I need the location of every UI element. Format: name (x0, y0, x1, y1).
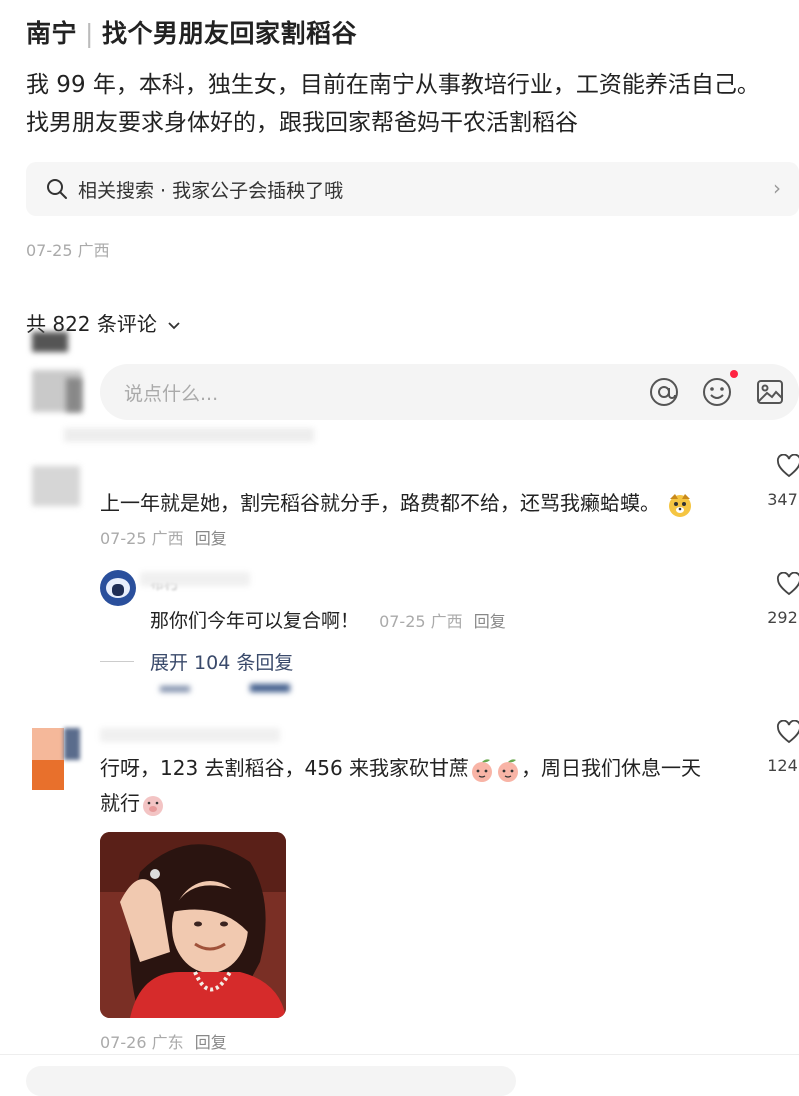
blurred-area (160, 686, 190, 692)
comment-date: 07-26 (100, 1033, 147, 1052)
post-date: 07-25 (26, 241, 73, 260)
bottom-input-bar[interactable] (26, 1066, 516, 1096)
like-count: 124 (767, 756, 798, 775)
comment-avatar-fragment (32, 760, 64, 790)
avatar-figure-shape (112, 584, 124, 596)
comment-text-line-2: 就行 (100, 787, 166, 818)
comment-text-part: 行呀，123 去割稻谷，456 来我家砍甘蔗 (100, 756, 470, 780)
like-count: 347 (767, 490, 798, 509)
post-title: 南宁 | 找个男朋友回家割稻谷 (26, 14, 357, 50)
post-meta: 07-25 广西 (26, 237, 110, 261)
reply-avatar[interactable] (100, 570, 136, 606)
dog-emoji-icon (669, 493, 692, 517)
peach-emoji-icon (498, 758, 519, 782)
bottom-divider (0, 1054, 799, 1055)
comment-input[interactable]: 说点什么... (100, 364, 799, 420)
comment-image[interactable] (100, 832, 286, 1018)
reply-button[interactable]: 回复 (195, 1033, 227, 1052)
expand-divider (100, 661, 134, 662)
blurred-avatar-fragment (66, 378, 82, 412)
comment-input-placeholder: 说点什么... (124, 383, 219, 405)
comment-avatar-fragment (64, 728, 80, 760)
post-body-line-1: 我 99 年，本科，独生女，目前在南宁从事教培行业，工资能养活自己。 (26, 72, 760, 98)
like-count: 292 (767, 608, 798, 627)
reply-text: 那你们今年可以复合啊！ 07-25 广西 回复 (150, 606, 506, 633)
comment-meta: 07-25 广西 回复 (100, 525, 227, 549)
reply-button[interactable]: 回复 (474, 612, 506, 631)
reply-text-body: 那你们今年可以复合啊！ (150, 610, 360, 632)
reply-button[interactable]: 回复 (195, 529, 227, 548)
comment-text-line-1: 行呀，123 去割稻谷，456 来我家砍甘蔗 ，周日我们休息一天 (100, 752, 701, 783)
post-body-line-2: 找男朋友要求身体好的，跟我回家帮爸妈干农活割稻谷 (26, 110, 578, 136)
blurred-area (140, 572, 250, 586)
search-icon (47, 179, 67, 199)
title-separator: | (85, 19, 94, 48)
blurred-username (100, 728, 280, 742)
post-body: 我 99 年，本科，独生女，目前在南宁从事教培行业，工资能养活自己。 找男朋友要… (26, 66, 799, 142)
comment-region: 广西 (151, 529, 184, 548)
emoji-icon[interactable] (701, 376, 733, 408)
comment-avatar[interactable] (32, 466, 80, 506)
pig-emoji-icon (143, 795, 163, 816)
comment-text-part: ，周日我们休息一天 (521, 756, 702, 780)
reply-region: 广西 (430, 612, 463, 631)
reply-date: 07-25 (379, 612, 426, 631)
mention-icon[interactable] (648, 376, 680, 408)
related-search-bar[interactable]: 相关搜索 · 我家公子会插秧了哦 › (26, 162, 799, 216)
comment-date: 07-25 (100, 529, 147, 548)
heart-icon[interactable] (776, 572, 799, 596)
post-region: 广西 (77, 241, 110, 260)
image-icon[interactable] (754, 376, 786, 408)
post-location: 南宁 (26, 19, 78, 48)
blurred-area (64, 428, 314, 442)
comment-text-part: 就行 (100, 791, 140, 815)
heart-icon[interactable] (776, 720, 799, 744)
comment-text: 上一年就是她，割完稻谷就分手，路费都不给，还骂我癞蛤蟆。 (100, 487, 694, 519)
heart-icon[interactable] (776, 454, 799, 478)
notification-dot (730, 370, 738, 378)
comment-meta: 07-26 广东 回复 (100, 1029, 227, 1053)
blurred-avatar-fragment (32, 332, 68, 352)
related-search-text: 相关搜索 · 我家公子会插秧了哦 (78, 179, 344, 202)
peach-emoji-icon (472, 758, 493, 782)
chevron-down-icon (168, 322, 180, 330)
chevron-right-icon: › (773, 176, 781, 200)
blurred-area (250, 684, 290, 692)
expand-replies-button[interactable]: 展开 104 条回复 (150, 648, 293, 675)
comment-text-body: 上一年就是她，割完稻谷就分手，路费都不给，还骂我癞蛤蟆。 (100, 491, 660, 515)
comment-region: 广东 (151, 1033, 184, 1052)
comment-image-illustration (100, 832, 286, 1018)
post-title-text: 找个男朋友回家割稻谷 (101, 19, 357, 48)
comment-avatar[interactable] (32, 728, 64, 760)
